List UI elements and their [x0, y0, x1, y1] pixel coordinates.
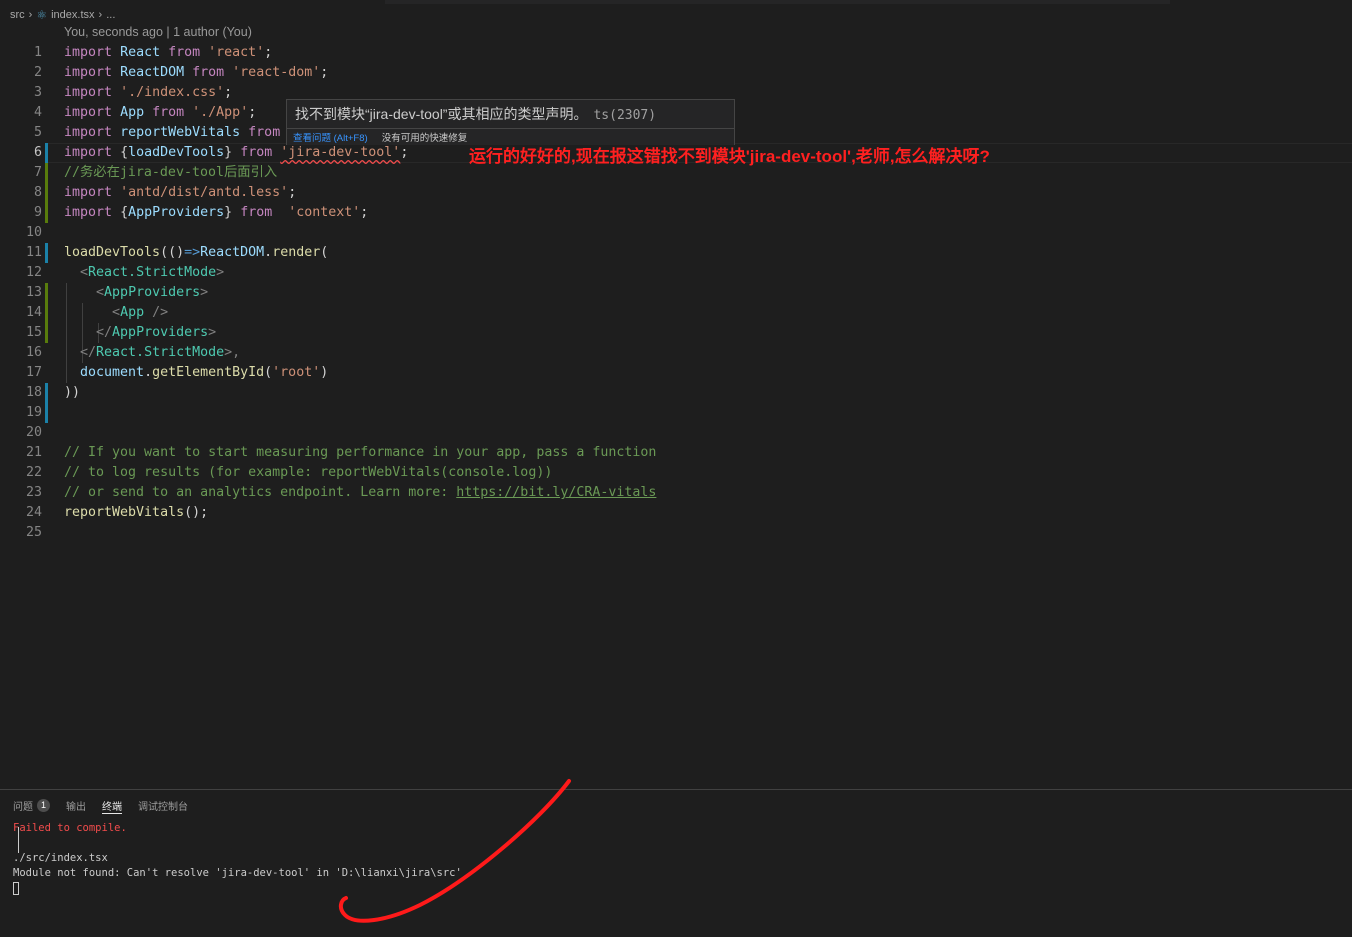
panel-tabs: 问题 1 输出 终端 调试控制台 [13, 797, 188, 814]
terminal-file-line: ./src/index.tsx [13, 852, 108, 864]
code-line[interactable]: 23// or send to an analytics endpoint. L… [0, 483, 1352, 503]
code-line[interactable]: 2 import ReactDOM from 'react-dom'; [0, 63, 1352, 83]
code-line[interactable]: 18)) [0, 383, 1352, 403]
code-line[interactable]: 9 import {AppProviders} from 'context'; [0, 203, 1352, 223]
no-quick-fix-label: 没有可用的快速修复 [381, 133, 468, 144]
code-line[interactable]: 25 [0, 523, 1352, 543]
line-number: 12 [25, 265, 42, 280]
code-line[interactable]: 21// If you want to start measuring perf… [0, 443, 1352, 463]
user-annotation-text: 运行的好好的,现在报这错找不到模块'jira-dev-tool',老师,怎么解决… [469, 147, 990, 166]
line-number: 16 [25, 345, 42, 360]
breadcrumb-more[interactable]: ... [106, 9, 115, 21]
line-number: 3 [33, 85, 42, 100]
line-number: 20 [25, 425, 42, 440]
line-number: 10 [25, 225, 42, 240]
hover-message: 找不到模块“jira-dev-tool”或其相应的类型声明。 ts(2307) [295, 106, 657, 123]
code-line[interactable]: 12 <React.StrictMode> [0, 263, 1352, 283]
git-blame-codelens[interactable]: You, seconds ago | 1 author (You) [64, 25, 252, 39]
tab-output[interactable]: 输出 [66, 797, 86, 813]
line-number: 14 [25, 305, 42, 320]
code-line[interactable]: 1 import React from 'react'; [0, 43, 1352, 63]
line-number: 18 [25, 385, 42, 400]
code-line[interactable]: 19 [0, 403, 1352, 423]
breadcrumb-file[interactable]: index.tsx [51, 9, 94, 21]
line-number: 15 [25, 325, 42, 340]
line-number: 2 [33, 65, 42, 80]
bottom-panel: 问题 1 输出 终端 调试控制台 Failed to compile. ./src… [0, 789, 1352, 937]
line-number: 6 [33, 145, 42, 160]
code-line[interactable]: 17 document.getElementById('root') [0, 363, 1352, 383]
line-number: 11 [25, 245, 42, 260]
code-line[interactable]: 24 reportWebVitals(); [0, 503, 1352, 523]
line-number: 17 [25, 365, 42, 380]
line-number: 7 [33, 165, 42, 180]
error-squiggle[interactable]: 'jira-dev-tool' [280, 145, 400, 160]
terminal-cursor[interactable] [13, 882, 19, 895]
doc-link[interactable]: https://bit.ly/CRA-vitals [456, 485, 656, 500]
line-number: 4 [33, 105, 42, 120]
code-line[interactable]: 15 </AppProviders> [0, 323, 1352, 343]
line-number: 13 [25, 285, 42, 300]
line-number: 1 [33, 45, 42, 60]
line-number: 9 [33, 205, 42, 220]
text-caret [18, 827, 19, 853]
code-line[interactable]: 16 </React.StrictMode>, [0, 343, 1352, 363]
line-number: 24 [25, 505, 42, 520]
line-number: 8 [33, 185, 42, 200]
error-code: ts(2307) [593, 108, 657, 123]
code-line[interactable]: 22// to log results (for example: report… [0, 463, 1352, 483]
tab-problems[interactable]: 问题 1 [13, 797, 50, 813]
code-line[interactable]: 13 <AppProviders> [0, 283, 1352, 303]
code-line[interactable]: 11 loadDevTools(()=>ReactDOM.render( [0, 243, 1352, 263]
tab-bar-strip [0, 0, 1352, 4]
line-number: 25 [25, 525, 42, 540]
terminal-message-line: Module not found: Can't resolve 'jira-de… [13, 867, 462, 879]
error-hover-tooltip: 找不到模块“jira-dev-tool”或其相应的类型声明。 ts(2307) 查… [286, 99, 735, 145]
line-number: 19 [25, 405, 42, 420]
line-number: 5 [33, 125, 42, 140]
code-line[interactable]: 10 [0, 223, 1352, 243]
line-number: 23 [25, 485, 42, 500]
problems-count-badge: 1 [37, 798, 50, 812]
line-number: 21 [25, 445, 42, 460]
code-line[interactable]: 8 import 'antd/dist/antd.less'; [0, 183, 1352, 203]
code-line[interactable]: 14 <App /> [0, 303, 1352, 323]
breadcrumb-folder[interactable]: src [10, 9, 25, 21]
code-line[interactable]: 20 [0, 423, 1352, 443]
breadcrumb: src › ⚛ index.tsx › ... [10, 7, 115, 23]
line-number: 22 [25, 465, 42, 480]
chevron-right-icon: › [28, 9, 33, 21]
tab-terminal[interactable]: 终端 [102, 797, 122, 814]
react-file-icon: ⚛ [36, 8, 48, 22]
view-problem-link[interactable]: 查看问题 (Alt+F8) [293, 130, 368, 144]
tab-debug-console[interactable]: 调试控制台 [138, 797, 188, 813]
chevron-right-icon: › [98, 9, 103, 21]
terminal-error-line: Failed to compile. [13, 822, 127, 834]
